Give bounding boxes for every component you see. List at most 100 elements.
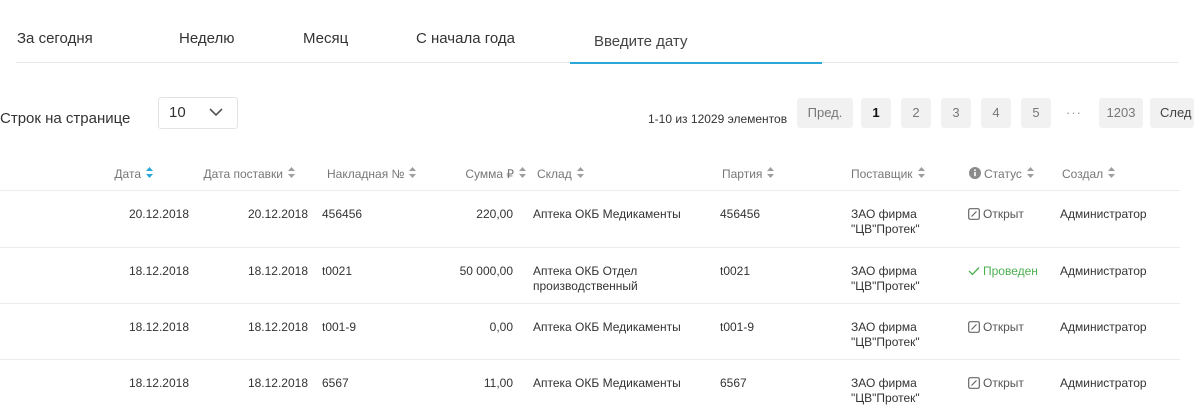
cell-status: Открыт [968,376,1024,391]
column-header-status[interactable]: Статус [969,166,1034,181]
cell-supplier: ЗАО фирма "ЦВ"Протек" [851,376,920,405]
cell-delivery-date: 18.12.2018 [247,264,308,278]
cell-sum: 50 000,00 [459,264,513,278]
status-label: Открыт [983,207,1024,221]
cell-warehouse: Аптека ОКБ Медикаменты [533,320,681,334]
cell-created-by: Администратор [1060,264,1147,278]
status-label: Открыт [983,376,1024,390]
tab-label: Месяц [303,30,349,47]
cell-supplier: ЗАО фирма "ЦВ"Протек" [851,207,920,236]
column-header-label: Поставщик [851,166,913,181]
sort-icon [409,167,417,179]
tab-week[interactable]: Неделю [179,30,234,47]
status-label: Открыт [983,320,1024,334]
cell-invoice: t001-9 [322,320,357,334]
cell-supplier: ЗАО фирма "ЦВ"Протек" [851,320,920,349]
column-header-label: Дата поставки [203,166,283,181]
page-button-2[interactable]: 2 [901,98,931,128]
tab-label: Неделю [179,30,235,47]
sort-icon [288,167,295,179]
info-icon [969,166,981,179]
table-header: Дата Дата поставки Накладная № Сумма ₽ С… [0,158,1180,188]
page-button-1[interactable]: 1 [861,98,891,128]
column-header-label: Сумма ₽ [465,166,514,181]
sort-icon [1026,167,1034,179]
rows-per-page-value: 10 [169,104,186,121]
cell-sum: 11,00 [483,376,513,390]
cell-date: 18.12.2018 [128,320,189,334]
cell-status: Открыт [968,320,1024,335]
cell-delivery-date: 18.12.2018 [247,376,308,390]
column-header-invoice[interactable]: Накладная № [327,166,417,181]
page-button-last[interactable]: 1203 [1099,98,1143,128]
cell-created-by: Администратор [1060,376,1147,390]
cell-created-by: Администратор [1060,207,1147,221]
cell-date: 20.12.2018 [128,207,189,221]
column-header-label: Склад [537,166,572,181]
column-header-label: Статус [984,166,1022,181]
tab-month[interactable]: Месяц [303,30,348,47]
cell-warehouse: Аптека ОКБ Отдел производственный [533,264,638,293]
tab-year-to-date[interactable]: С начала года [416,30,515,47]
sort-icon [767,167,775,179]
pagination-ellipsis: ··· [1066,105,1082,120]
cell-delivery-date: 20.12.2018 [247,207,308,221]
cell-batch: t0021 [720,264,751,278]
rows-per-page-select[interactable]: 10 [158,97,238,129]
sort-icon [1108,167,1116,179]
cell-sum: 0,00 [489,320,513,334]
tab-label: С начала года [416,30,515,47]
column-header-label: Создал [1062,166,1104,181]
invoice-list-page: За сегодня Неделю Месяц С начала года Вв… [0,0,1194,407]
cell-invoice: 6567 [322,376,349,390]
column-header-warehouse[interactable]: Склад [537,166,584,181]
cell-batch: 6567 [720,376,747,390]
sort-icon [917,167,925,179]
cell-warehouse: Аптека ОКБ Медикаменты [533,376,681,390]
cell-sum: 220,00 [476,207,513,221]
sort-icon [519,167,526,179]
period-tabs: За сегодня Неделю Месяц С начала года Вв… [16,18,1178,64]
tab-label: Введите дату [594,33,688,50]
column-header-sum[interactable]: Сумма ₽ [465,166,526,181]
prev-page-button[interactable]: Пред. [797,98,853,128]
table-row[interactable]: 18.12.2018 18.12.2018 6567 11,00 Аптека … [0,359,1180,407]
column-header-label: Партия [722,166,763,181]
sort-icon [576,167,584,179]
tab-today[interactable]: За сегодня [17,30,93,47]
sort-icon [146,167,153,179]
rows-per-page-label: Строк на странице [0,110,131,127]
column-header-label: Дата [114,166,141,181]
column-header-supplier[interactable]: Поставщик [851,166,925,181]
cell-supplier: ЗАО фирма "ЦВ"Протек" [851,264,920,293]
cell-invoice: 456456 [322,207,363,221]
cell-invoice: t0021 [322,264,353,278]
table-row[interactable]: 18.12.2018 18.12.2018 t001-9 0,00 Аптека… [0,303,1180,360]
edit-icon [968,207,980,220]
pagination-info: 1-10 из 12029 элементов [648,112,788,126]
cell-status: Открыт [968,207,1024,222]
chevron-down-icon [209,108,223,117]
next-page-button[interactable]: След [1150,98,1194,128]
table-row[interactable]: 18.12.2018 18.12.2018 t0021 50 000,00 Ап… [0,247,1180,304]
cell-delivery-date: 18.12.2018 [247,320,308,334]
table-row[interactable]: 20.12.2018 20.12.2018 456456 220,00 Апте… [0,190,1180,247]
cell-created-by: Администратор [1060,320,1147,334]
column-header-date[interactable]: Дата [114,166,153,181]
cell-date: 18.12.2018 [128,376,189,390]
page-button-3[interactable]: 3 [941,98,971,128]
cell-batch: t001-9 [720,320,755,334]
edit-icon [968,320,980,333]
column-header-created-by[interactable]: Создал [1062,166,1116,181]
cell-status: Проведен [968,264,1038,279]
column-header-batch[interactable]: Партия [722,166,775,181]
column-header-delivery-date[interactable]: Дата поставки [204,166,295,181]
page-button-4[interactable]: 4 [981,98,1011,128]
status-label: Проведен [983,264,1038,278]
tab-label: За сегодня [17,30,93,47]
page-button-5[interactable]: 5 [1021,98,1051,128]
cell-warehouse: Аптека ОКБ Медикаменты [533,207,681,221]
edit-icon [968,376,980,389]
tab-enter-date[interactable]: Введите дату [570,18,822,64]
cell-date: 18.12.2018 [128,264,189,278]
